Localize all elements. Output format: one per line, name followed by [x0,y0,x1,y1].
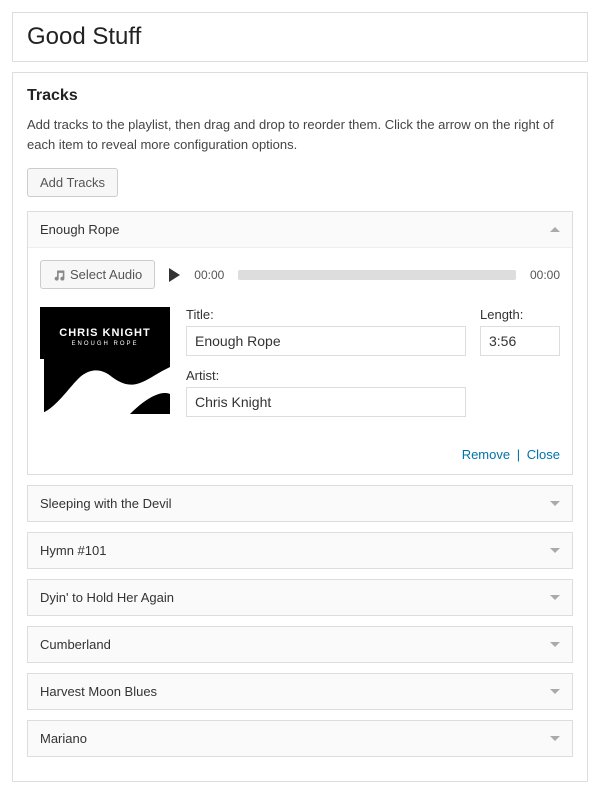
artist-label: Artist: [186,368,466,383]
track-header[interactable]: Hymn #101 [28,533,572,568]
music-note-icon [53,268,66,281]
track-item: Hymn #101 [27,532,573,569]
track-header[interactable]: Mariano [28,721,572,756]
time-total: 00:00 [530,268,560,282]
page-title: Good Stuff [27,23,573,51]
chevron-down-icon [550,595,560,600]
title-input[interactable] [186,326,466,356]
audio-controls: Select Audio 00:00 00:00 [40,260,560,289]
title-label: Title: [186,307,466,322]
chevron-down-icon [550,501,560,506]
track-item: Harvest Moon Blues [27,673,573,710]
track-item: Enough Rope Select Audio 00:00 00:00 [27,211,573,475]
album-art[interactable]: CHRIS KNIGHT ENOUGH ROPE [40,307,170,437]
artist-input[interactable] [186,387,466,417]
track-header[interactable]: Harvest Moon Blues [28,674,572,709]
album-art-graphic [40,359,170,437]
chevron-down-icon [550,736,560,741]
track-name: Mariano [40,731,87,746]
remove-link[interactable]: Remove [462,447,510,462]
length-label: Length: [480,307,560,322]
track-header[interactable]: Enough Rope [28,212,572,247]
track-name: Cumberland [40,637,111,652]
add-tracks-button[interactable]: Add Tracks [27,168,118,197]
track-actions: Remove | Close [40,447,560,462]
time-current: 00:00 [194,268,224,282]
track-item: Mariano [27,720,573,757]
track-item: Dyin' to Hold Her Again [27,579,573,616]
track-name: Sleeping with the Devil [40,496,172,511]
track-header[interactable]: Cumberland [28,627,572,662]
track-body: Select Audio 00:00 00:00 CHRIS KNIGHT EN… [28,247,572,474]
select-audio-button[interactable]: Select Audio [40,260,155,289]
panel-description: Add tracks to the playlist, then drag an… [27,115,573,154]
track-name: Harvest Moon Blues [40,684,157,699]
track-item: Sleeping with the Devil [27,485,573,522]
track-list: Enough Rope Select Audio 00:00 00:00 [27,211,573,757]
panel-heading: Tracks [27,87,573,105]
track-name: Hymn #101 [40,543,106,558]
length-input[interactable] [480,326,560,356]
page-title-box: Good Stuff [12,12,588,62]
track-name: Dyin' to Hold Her Again [40,590,174,605]
close-link[interactable]: Close [527,447,560,462]
track-item: Cumberland [27,626,573,663]
track-header[interactable]: Sleeping with the Devil [28,486,572,521]
track-name: Enough Rope [40,222,120,237]
track-header[interactable]: Dyin' to Hold Her Again [28,580,572,615]
chevron-down-icon [550,548,560,553]
chevron-down-icon [550,689,560,694]
chevron-down-icon [550,642,560,647]
chevron-up-icon [550,227,560,232]
play-icon[interactable] [169,268,180,282]
progress-bar[interactable] [238,270,516,280]
tracks-panel: Tracks Add tracks to the playlist, then … [12,72,588,782]
